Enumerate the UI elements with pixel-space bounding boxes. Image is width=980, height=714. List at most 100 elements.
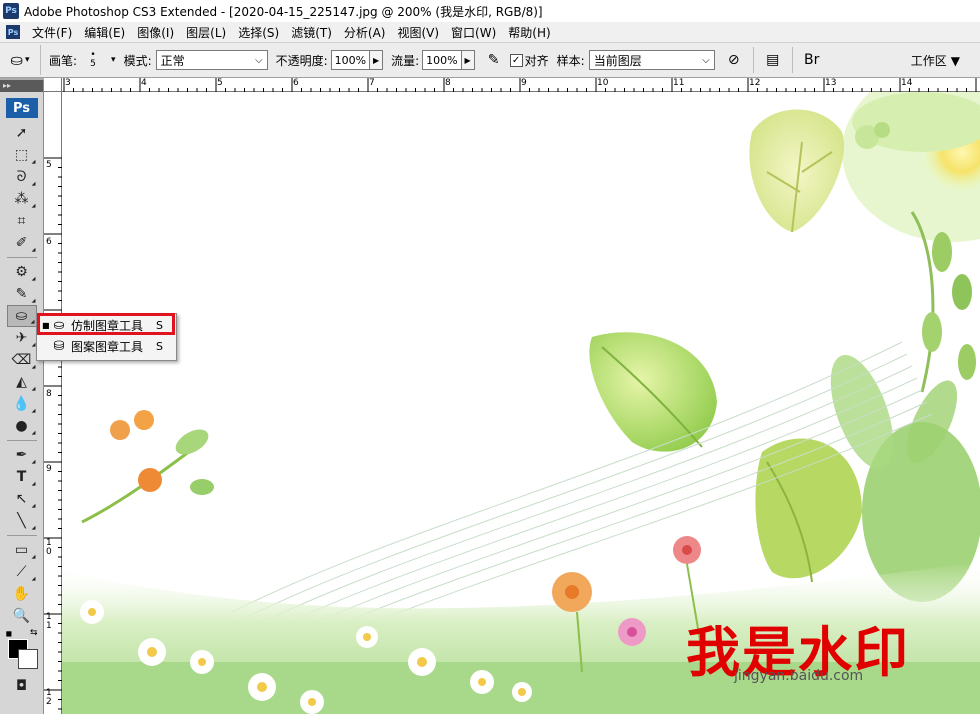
paint-bucket-tool-icon[interactable]: ◭ ◢ [7,371,37,393]
type-tool-icon[interactable]: T ◢ [7,466,37,488]
ruler-label: 14 [901,78,913,88]
menu-select[interactable]: 选择(S) [232,24,285,41]
menu-filter[interactable]: 滤镜(T) [285,24,338,41]
tool-preset-picker[interactable]: ⛀ ▾ [0,45,41,75]
eyedropper-tool-icon[interactable]: ⟋ ◢ [7,561,37,583]
toolbox: ▸▸ Ps ➚ ⬚ ◢ ᘐ ◢ ⁂ ◢ ⌗ ✐ ◢ ⚙ ◢ ✎ ◢ ⛀ ◢ ✈ ◢ ⌫ ◢ ◭ ◢ … [0,80,44,714]
ruler-label: 13 [825,78,837,88]
ruler-label: 1 1 [46,612,52,631]
options-bar: ⛀ ▾ 画笔: • 5 ▾ 模式: 正常 ⌵ 不透明度: 100% ▶ 流量: 1… [0,42,980,78]
ruler-label: 7 [369,78,375,88]
opacity-field[interactable]: 100% ▶ [330,50,384,70]
mode-select[interactable]: 正常 ⌵ [155,50,268,70]
opacity-slider-arrow-icon[interactable]: ▶ [369,51,383,69]
flow-field[interactable]: 100% ▶ [422,50,475,70]
toolbox-collapse-handle[interactable]: ▸▸ [0,80,43,92]
photoshop-logo[interactable]: Ps [5,98,38,118]
palette-well-icon[interactable]: ▤ [760,47,786,73]
ruler-label: 3 [65,78,71,88]
ruler-label: 6 [293,78,299,88]
brush-label: 画笔: [49,53,78,68]
flyout-item-label: 图案图章工具 [71,339,144,354]
slice-tool-icon[interactable]: ✐ ◢ [7,232,37,254]
horizontal-ruler[interactable]: 3 4 5 6 7 8 9 10 11 12 13 14 [44,78,980,92]
ruler-label: 1 2 [46,688,52,707]
menu-layer[interactable]: 图层(L) [180,24,232,41]
history-brush-tool-icon[interactable]: ✈ ◢ [7,327,37,349]
chevron-down-icon: ▾ [25,55,30,65]
opacity-value[interactable]: 100% [332,54,369,67]
menu-view[interactable]: 视图(V) [391,24,445,41]
document-canvas[interactable]: 我是水印 jingyan.baidu.com [62,92,980,714]
default-colors-icon[interactable]: ◼ [6,629,13,638]
pattern-stamp-icon: ⛁ [53,338,65,354]
magic-wand-tool-icon[interactable]: ⁂ ◢ [7,188,37,210]
ruler-label: 8 [445,78,451,88]
ruler-label: 11 [673,78,685,88]
chevron-down-icon: ⌵ [255,54,263,66]
hand-tool-icon[interactable]: ✋ [7,583,37,605]
move-tool-icon[interactable]: ➚ [7,122,37,144]
healing-brush-tool-icon[interactable]: ⚙ ◢ [7,261,37,283]
background-color-swatch[interactable] [17,649,38,669]
photoshop-app-icon: Ps [3,3,19,19]
line-tool-icon[interactable]: ╲ ◢ [7,510,37,532]
brush-picker[interactable]: • 5 [77,47,109,73]
ruler-label: 10 [597,78,609,88]
mode-label: 模式: [123,53,152,68]
chevron-down-icon: ▼ [950,53,960,68]
annotation-highlight-box [37,313,175,335]
crop-tool-icon[interactable]: ⌗ [7,210,37,232]
flow-label: 流量: [391,53,420,68]
blur-tool-icon[interactable]: 💧 ◢ [7,393,37,415]
divider [6,535,37,536]
lasso-tool-icon[interactable]: ᘐ ◢ [7,166,37,188]
window-title: Adobe Photoshop CS3 Extended - [2020-04-… [24,4,543,19]
brush-tool-icon[interactable]: ✎ ◢ [7,283,37,305]
eraser-tool-icon[interactable]: ⌫ ◢ [7,349,37,371]
sample-select[interactable]: 当前图层 ⌵ [588,50,715,70]
pen-tool-icon[interactable]: ✒ ◢ [7,444,37,466]
flyout-item-shortcut: S [156,339,163,353]
zoom-tool-icon[interactable]: 🔍 [7,605,37,627]
divider [791,47,793,73]
workspace-menu[interactable]: 工作区 ▼ [911,52,960,69]
workspace-label: 工作区 [910,54,947,68]
ignore-adjustment-layers-icon[interactable]: ⊘ [721,47,747,73]
menu-window[interactable]: 窗口(W) [445,24,502,41]
ruler-label: 5 [217,78,223,88]
flow-slider-arrow-icon[interactable]: ▶ [460,51,474,69]
menu-help[interactable]: 帮助(H) [502,24,556,41]
ruler-label: 1 0 [46,538,52,557]
aligned-label: 对齐 [524,53,549,68]
bridge-icon[interactable]: Br [799,47,825,73]
ruler-label: 8 [46,389,52,399]
vertical-ruler[interactable]: 5 6 7 8 9 1 0 1 1 1 2 [44,92,62,714]
menu-image[interactable]: 图像(I) [131,24,180,41]
menu-edit[interactable]: 编辑(E) [78,24,131,41]
menu-analysis[interactable]: 分析(A) [338,24,392,41]
brush-dropdown-icon[interactable]: ▾ [111,55,116,65]
mode-value: 正常 [160,53,185,68]
flyout-item-pattern-stamp[interactable]: ⛁ 图案图章工具 S [37,336,174,356]
path-selection-tool-icon[interactable]: ↖ ◢ [7,488,37,510]
airbrush-icon[interactable]: ✎ [481,47,507,73]
notes-tool-icon[interactable]: ▭ ◢ [7,539,37,561]
ruler-label: 6 [46,237,52,247]
divider [6,257,37,258]
aligned-checkbox[interactable]: ✓ [509,53,523,67]
dodge-tool-icon[interactable]: ● ◢ [7,415,37,437]
divider [752,47,754,73]
ruler-label: 12 [749,78,761,88]
title-bar: Ps Adobe Photoshop CS3 Extended - [2020-… [0,0,980,22]
swap-colors-icon[interactable]: ⇆ [30,628,38,638]
menu-file[interactable]: 文件(F) [26,24,78,41]
quick-mask-icon[interactable]: ◘ [7,675,37,697]
ruler-label: 5 [46,160,52,170]
brush-size-value: 5 [90,59,96,69]
marquee-tool-icon[interactable]: ⬚ ◢ [7,144,37,166]
document-menu-icon[interactable]: Ps [6,25,20,39]
flow-value[interactable]: 100% [423,54,460,67]
ruler-origin[interactable] [44,78,62,92]
clone-stamp-tool-icon[interactable]: ⛀ ◢ [6,305,37,327]
